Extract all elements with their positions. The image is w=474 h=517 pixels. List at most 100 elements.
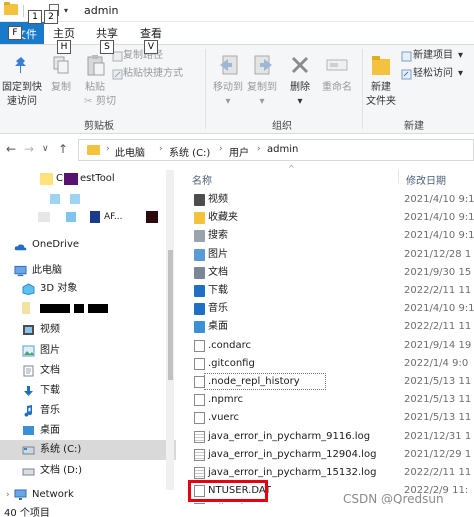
- cloud-icon: [14, 244, 27, 251]
- nav-item-3d-objects[interactable]: 3D 对象: [0, 280, 176, 298]
- file-modified-date: 2022/2/11 11: [404, 467, 472, 478]
- documents-icon: [23, 365, 34, 377]
- copy-to-label: 复制到: [247, 82, 277, 93]
- breadcrumb-admin[interactable]: admin: [267, 144, 298, 155]
- nav-item-drive-d-label: 文档 (D:): [40, 465, 83, 476]
- cut-label: 剪切: [96, 96, 116, 107]
- file-row[interactable]: .node_repl_history 2021/5/13 11: [176, 373, 474, 390]
- nav-item-onedrive[interactable]: OneDrive: [0, 236, 176, 254]
- nav-item-test-tool-label: estTool: [80, 173, 115, 184]
- file-row[interactable]: java_error_in_pycharm_12904.log 2021/12/2…: [176, 446, 474, 463]
- log-file-icon: [194, 448, 205, 461]
- file-row[interactable]: 视频 2021/4/10 9:1: [176, 191, 474, 208]
- file-row[interactable]: 下载 2022/2/11 11: [176, 282, 474, 299]
- breadcrumb-drive-c[interactable]: 系统 (C:): [169, 144, 210, 159]
- file-name: .node_repl_history: [208, 376, 300, 387]
- nav-item-music[interactable]: 音乐: [0, 402, 176, 420]
- file-row[interactable]: 收藏夹 2021/4/10 9:1: [176, 209, 474, 226]
- nav-item-drive-d[interactable]: 文档 (D:): [0, 462, 176, 480]
- address-chevron-icon[interactable]: ›: [159, 144, 163, 154]
- tab-home[interactable]: 主页: [53, 25, 75, 41]
- file-name: 文档: [208, 266, 228, 278]
- nav-item-music-label: 音乐: [40, 405, 60, 416]
- nav-item-drive-c-label: 系统 (C:): [40, 444, 82, 455]
- file-row[interactable]: .vuerc 2021/5/13 11: [176, 409, 474, 426]
- file-row[interactable]: 文档 2021/9/30 15: [176, 264, 474, 281]
- easy-access-label: 轻松访问: [413, 68, 453, 79]
- windows-drive-icon: [22, 446, 35, 455]
- highlight-annotation-box: [188, 480, 268, 502]
- column-header-name[interactable]: 名称: [192, 172, 212, 187]
- back-arrow-icon[interactable]: ←: [6, 142, 16, 156]
- column-header-modified[interactable]: 修改日期: [406, 172, 446, 187]
- redaction: [88, 304, 108, 313]
- copy-to-icon: [254, 55, 272, 75]
- file-row[interactable]: java_error_in_pycharm_15132.log 2022/2/11…: [176, 464, 474, 481]
- nav-item-network[interactable]: › Network: [0, 486, 176, 504]
- tab-share[interactable]: 共享: [96, 25, 118, 41]
- ribbon-home: 固定到快 速访问 复制 粘贴 复制路径 粘贴快捷方式 ✂ 剪切 剪贴板 移动到 …: [0, 44, 474, 134]
- ribbon-group-separator-1: [205, 49, 206, 129]
- breadcrumb-users[interactable]: 用户: [229, 144, 249, 159]
- keytip-view: V: [144, 40, 158, 54]
- nav-item-videos-label: 视频: [40, 324, 60, 335]
- computer-icon: [14, 265, 27, 277]
- documents-folder-icon: [194, 266, 205, 279]
- title-bar: 1 2 ▾ admin: [0, 0, 474, 24]
- folder-icon: [40, 173, 53, 185]
- nav-item-documents-label: 文档: [40, 365, 60, 376]
- nav-item-desktop-label: 桌面: [40, 425, 60, 436]
- chevron-right-icon[interactable]: ›: [6, 486, 10, 504]
- file-row[interactable]: 图片 2021/12/28 1: [176, 246, 474, 263]
- tab-file[interactable]: 文件: [0, 22, 44, 44]
- recent-locations-icon[interactable]: ∨: [42, 144, 49, 154]
- file-name: 收藏夹: [208, 212, 238, 224]
- redaction: [90, 211, 100, 223]
- address-chevron-icon[interactable]: ›: [257, 144, 261, 154]
- new-folder-icon: [372, 56, 390, 75]
- address-chevron-icon[interactable]: ›: [106, 144, 110, 154]
- file-name: 桌面: [208, 321, 228, 333]
- paste-icon: [87, 55, 105, 76]
- breadcrumb-this-pc[interactable]: 此电脑: [115, 144, 145, 159]
- address-chevron-icon[interactable]: ›: [219, 144, 223, 154]
- file-row[interactable]: .npmrc 2021/5/13 11: [176, 391, 474, 408]
- pin-icon: [15, 57, 26, 73]
- file-icon: [194, 412, 205, 425]
- quick-access-dropdown-icon[interactable]: ▾: [64, 6, 68, 15]
- nav-item-documents[interactable]: 文档: [0, 362, 176, 380]
- file-row[interactable]: .gitconfig 2022/1/4 9:0: [176, 355, 474, 372]
- file-name: .npmrc: [208, 394, 243, 406]
- pictures-icon: [22, 345, 35, 357]
- file-row[interactable]: .condarc 2021/9/14 19: [176, 337, 474, 354]
- nav-item-downloads[interactable]: 下载: [0, 382, 176, 400]
- address-bar[interactable]: › 此电脑 › 系统 (C:) › 用户 › admin: [78, 139, 474, 161]
- redaction: [40, 304, 70, 313]
- file-row[interactable]: 音乐 2021/4/10 9:1: [176, 300, 474, 317]
- redaction: [64, 173, 78, 185]
- file-row[interactable]: 桌面 2022/2/11 11: [176, 318, 474, 335]
- up-arrow-icon[interactable]: ↑: [58, 142, 68, 156]
- file-modified-date: 2021/12/31 1: [404, 430, 472, 442]
- file-name: java_error_in_pycharm_15132.log: [208, 467, 377, 478]
- nav-item-test-tool[interactable]: C estTool: [0, 170, 176, 188]
- nav-pane-scrollbar-thumb[interactable]: [168, 250, 173, 380]
- status-bar: 40 个项目: [0, 504, 474, 517]
- redaction: [66, 212, 76, 222]
- nav-item-this-pc[interactable]: 此电脑: [0, 262, 176, 280]
- nav-item-videos[interactable]: 视频: [0, 321, 176, 339]
- forward-arrow-icon[interactable]: →: [24, 142, 34, 156]
- redaction: [38, 212, 50, 222]
- tab-view[interactable]: 查看: [140, 25, 162, 41]
- file-row[interactable]: 搜索 2021/4/10 9:1: [176, 227, 474, 244]
- music-folder-icon: [194, 303, 205, 316]
- nav-item-pictures[interactable]: 图片: [0, 342, 176, 360]
- nav-item-redacted[interactable]: AF...: [0, 208, 176, 226]
- window-title: admin: [84, 4, 119, 17]
- keytip-file: F: [8, 26, 22, 40]
- nav-item-desktop[interactable]: 桌面: [0, 422, 176, 440]
- new-folder-label-line2: 文件夹: [366, 96, 396, 107]
- file-row[interactable]: java_error_in_pycharm_9116.log 2021/12/31…: [176, 428, 474, 445]
- column-divider[interactable]: [398, 170, 399, 184]
- nav-item-drive-c[interactable]: 系统 (C:): [0, 440, 176, 460]
